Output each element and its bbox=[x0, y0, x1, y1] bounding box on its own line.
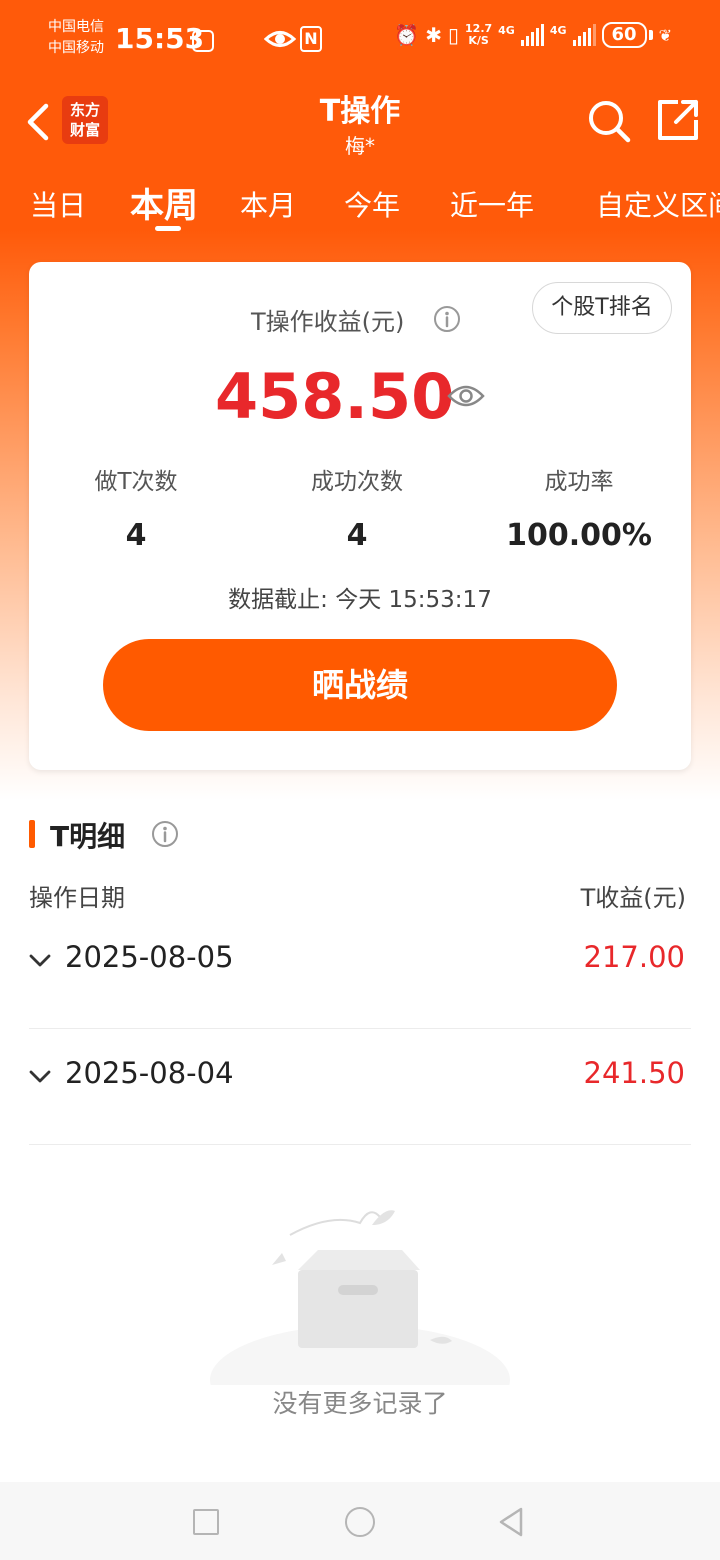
section-title: T明细 bbox=[50, 820, 126, 853]
network-type-1: 4G bbox=[498, 23, 515, 37]
recent-apps-button[interactable] bbox=[193, 1509, 219, 1535]
stat-value: 4 bbox=[125, 518, 147, 553]
status-time: 15:53 bbox=[115, 22, 205, 55]
period-tabs: 当日 本周 本月 今年 近一年 自定义区间 bbox=[0, 170, 720, 240]
column-header-profit: T收益(元) bbox=[580, 884, 686, 912]
stat-t-count: 做T次数 4 bbox=[26, 462, 246, 553]
column-header-date: 操作日期 bbox=[29, 884, 125, 912]
carrier-1: 中国电信 bbox=[48, 19, 104, 35]
nfc-icon: N bbox=[300, 26, 322, 52]
status-indicators: ⏰ ✱ ▯ 12.7 K/S 4G 4G 60 ❦ bbox=[394, 22, 672, 48]
app-header: 东方 财富 T操作 梅* bbox=[0, 80, 720, 170]
tab-custom-range[interactable]: 自定义区间 bbox=[596, 184, 720, 224]
list-item[interactable]: 2025-08-05 217.00 bbox=[29, 913, 691, 1029]
active-tab-indicator bbox=[155, 226, 181, 231]
status-bar: 中国电信 中国移动 15:53 N ⏰ ✱ ▯ 12.7 K/S 4G 4G 6… bbox=[0, 0, 720, 80]
stat-value: 100.00% bbox=[506, 518, 652, 553]
empty-state-text: 没有更多记录了 bbox=[272, 1389, 448, 1418]
stat-value: 4 bbox=[346, 518, 368, 553]
stat-label: 成功率 bbox=[544, 469, 614, 495]
network-type-2: 4G bbox=[549, 23, 567, 37]
chevron-down-icon bbox=[29, 954, 51, 967]
chevron-down-icon bbox=[29, 1070, 51, 1083]
tab-last-year[interactable]: 近一年 bbox=[450, 184, 534, 224]
tab-this-month[interactable]: 本月 bbox=[240, 184, 296, 224]
row-profit: 241.50 bbox=[583, 1056, 685, 1090]
back-button[interactable] bbox=[497, 1506, 527, 1538]
stat-label: 做T次数 bbox=[94, 469, 178, 495]
row-date: 2025-08-04 bbox=[65, 1056, 234, 1090]
stat-success-count: 成功次数 4 bbox=[247, 462, 467, 553]
vibrate-icon: ▯ bbox=[448, 23, 460, 47]
carrier-info: 中国电信 中国移动 bbox=[48, 17, 104, 59]
stat-label: 成功次数 bbox=[311, 469, 403, 495]
profit-value: 458.50 bbox=[215, 360, 455, 433]
row-profit: 217.00 bbox=[583, 940, 685, 974]
battery-tip bbox=[648, 30, 653, 40]
notification-app-icon bbox=[192, 30, 214, 52]
net-speed: 12.7 K/S bbox=[465, 22, 493, 47]
eye-icon[interactable] bbox=[447, 382, 485, 410]
stock-t-ranking-button[interactable]: 个股T排名 bbox=[532, 282, 672, 334]
share-icon[interactable] bbox=[656, 98, 700, 142]
tab-this-year[interactable]: 今年 bbox=[344, 184, 400, 224]
system-nav-bar bbox=[0, 1482, 720, 1560]
carrier-2: 中国移动 bbox=[48, 40, 104, 56]
summary-card: T操作收益(元) 个股T排名 458.50 做T次数 4 成功次数 4 成功率 … bbox=[29, 262, 691, 770]
tab-this-week[interactable]: 本周 bbox=[130, 178, 198, 227]
stat-success-rate: 成功率 100.00% bbox=[469, 462, 689, 553]
home-button[interactable] bbox=[345, 1507, 375, 1537]
share-results-button[interactable]: 晒战绩 bbox=[103, 639, 617, 731]
eye-protection-icon bbox=[264, 31, 296, 47]
profit-label: T操作收益(元) bbox=[251, 308, 405, 336]
empty-box-illustration bbox=[210, 1210, 510, 1385]
data-cutoff-time: 数据截止: 今天 15:53:17 bbox=[228, 587, 492, 613]
search-icon[interactable] bbox=[586, 98, 632, 144]
section-accent-bar bbox=[29, 820, 35, 848]
power-saving-icon: ❦ bbox=[658, 25, 672, 45]
info-icon[interactable] bbox=[151, 820, 179, 848]
alarm-icon: ⏰ bbox=[394, 23, 420, 47]
info-icon[interactable] bbox=[433, 305, 461, 333]
list-item[interactable]: 2025-08-04 241.50 bbox=[29, 1029, 691, 1145]
signal-1-icon bbox=[520, 24, 544, 46]
battery-icon: 60 bbox=[601, 22, 647, 48]
tab-today[interactable]: 当日 bbox=[30, 184, 86, 224]
row-date: 2025-08-05 bbox=[65, 940, 234, 974]
bluetooth-icon: ✱ bbox=[425, 23, 442, 47]
signal-2-icon bbox=[572, 24, 596, 46]
